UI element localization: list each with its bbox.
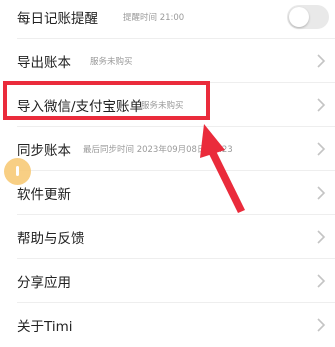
settings-item-software-update[interactable]: 软件更新 bbox=[0, 171, 335, 215]
settings-item-subtitle: 服务未购买 bbox=[90, 57, 133, 67]
settings-item-daily-reminder[interactable]: 每日记账提醒 提醒时间 21:00 bbox=[0, 0, 335, 39]
settings-item-subtitle: 服务未购买 bbox=[141, 101, 184, 111]
settings-item-help-feedback[interactable]: 帮助与反馈 bbox=[0, 215, 335, 259]
settings-item-import-wechat-alipay[interactable]: 导入微信/支付宝账单 服务未购买 bbox=[0, 83, 335, 127]
reminder-toggle[interactable] bbox=[287, 5, 329, 29]
settings-item-title: 帮助与反馈 bbox=[17, 231, 85, 247]
settings-item-title: 导入微信/支付宝账单 bbox=[17, 99, 144, 115]
chevron-right-icon bbox=[317, 186, 326, 200]
settings-item-title: 导出账本 bbox=[17, 55, 71, 71]
chevron-right-icon bbox=[317, 230, 326, 244]
floating-assistant-glyph bbox=[16, 166, 19, 176]
chevron-right-icon bbox=[317, 318, 326, 332]
chevron-right-icon bbox=[317, 142, 326, 156]
chevron-right-icon bbox=[317, 274, 326, 288]
settings-item-subtitle: 提醒时间 21:00 bbox=[123, 13, 185, 23]
settings-item-export-ledger[interactable]: 导出账本 服务未购买 bbox=[0, 39, 335, 83]
settings-item-share-app[interactable]: 分享应用 bbox=[0, 259, 335, 303]
toggle-knob bbox=[289, 7, 309, 27]
settings-item-about-timi[interactable]: 关于Timi bbox=[0, 303, 335, 347]
settings-item-sync-ledger[interactable]: 同步账本 最后同步时间 2023年09月08日 21:23 bbox=[0, 127, 335, 171]
settings-item-title: 关于Timi bbox=[17, 319, 73, 335]
settings-item-subtitle: 最后同步时间 2023年09月08日 21:23 bbox=[83, 145, 233, 155]
settings-item-title: 分享应用 bbox=[17, 275, 71, 291]
settings-item-title: 同步账本 bbox=[17, 143, 71, 159]
chevron-right-icon bbox=[317, 54, 326, 68]
settings-item-title: 每日记账提醒 bbox=[17, 11, 98, 27]
settings-item-title: 软件更新 bbox=[17, 187, 71, 203]
chevron-right-icon bbox=[317, 98, 326, 112]
